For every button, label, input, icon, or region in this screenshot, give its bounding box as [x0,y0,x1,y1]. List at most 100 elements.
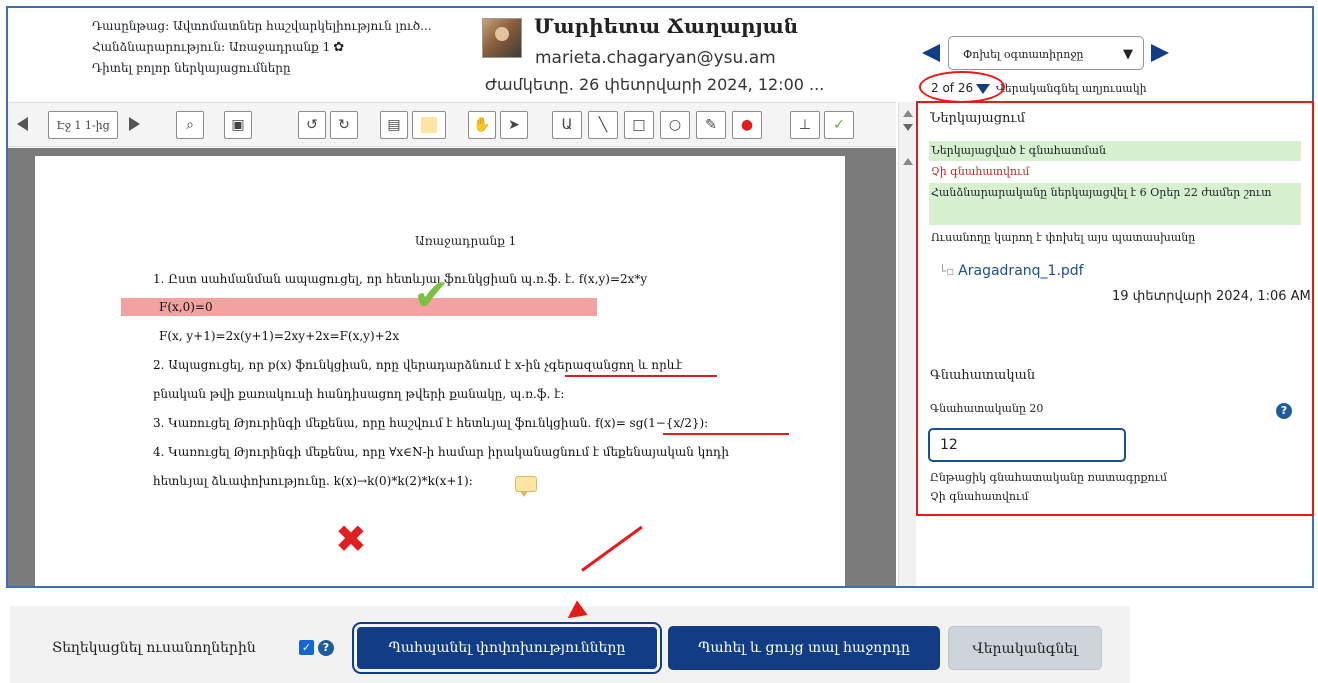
save-and-show-next-button[interactable]: Պահել և ցույց տալ հաջորդը [668,626,940,670]
task-1: 1. Ըստ սահմանման ապացուցել, որ հետևյալ ֆ… [153,272,648,286]
text-icon: Ա [561,117,573,133]
user-name[interactable]: Մարիետա Ճաղարյան [534,14,798,38]
task-1-step-1: F(x,0)=0 [159,300,213,314]
comment-icon: ▤ [387,117,401,133]
user-email: marieta.chagaryan@ysu.am [535,48,776,68]
help-icon[interactable]: ? [1276,403,1292,419]
caret-down-icon: ▼ [1123,47,1133,62]
expand-icon: ▣ [231,117,245,133]
task-2-cont: բնական թվի քառակուսի հանդիսացող թվերի քա… [153,387,565,401]
submission-status: Ներկայացված է գնահատման [929,141,1301,161]
view-all-submissions-link[interactable]: Դիտել բոլոր ներկայացումները [92,58,432,79]
grade-input[interactable]: 12 [928,428,1126,462]
previous-user-icon[interactable] [922,44,940,62]
tree-branch-icon: └▫ [939,264,959,278]
next-page-button[interactable] [124,111,144,139]
rotate-right-button[interactable]: ↻ [330,111,358,139]
grade-label: Գնահատականը 20 [930,402,1044,415]
triangle-left-icon [16,117,28,131]
current-grade: Ընթացիկ գնահատականը ռատագրքում Չի գնահատ… [930,468,1167,506]
pdf-page[interactable]: Առաջադրանք 1 1. Ըստ սահմանման ապացուցել,… [35,156,845,586]
search-comments-button[interactable]: ⌕ [176,111,204,139]
line-icon: ╲ [598,117,608,133]
rotate-right-icon: ↻ [338,117,350,133]
underline-annotation[interactable] [663,433,789,435]
search-icon: ⌕ [186,117,194,133]
stamp-icon: ⊥ [798,117,812,133]
submission-heading: Ներկայացում [930,111,1026,126]
triangle-right-icon [128,117,140,131]
rotate-left-icon: ↺ [306,117,318,133]
task-2: 2. Ապացուցել, որ p(x) ֆունկցիան, որը վեր… [153,358,683,372]
comment-tool-button[interactable]: ▤ [380,111,408,139]
file-date: 19 փետրվարի 2024, 1:06 AM [1112,289,1311,304]
scrollbar[interactable] [898,102,916,586]
underline-annotation[interactable] [565,375,717,377]
rectangle-icon: □ [632,117,646,133]
pen-tool-button[interactable]: ✎ [696,111,726,139]
stamp-tool-button[interactable]: ⊥ [790,111,820,139]
current-grade-label: Ընթացիկ գնահատականը ռատագրքում [930,471,1168,484]
cross-stamp-icon[interactable]: ✖ [335,520,367,558]
file-link[interactable]: Aragadranq_1.pdf [958,263,1083,279]
grade-heading: Գնահատական [930,368,1036,383]
page-select[interactable]: Էջ 1 1-ից [48,111,118,139]
check-icon: ✓ [833,117,845,133]
assignment-name[interactable]: Հանձնարարություն: Առաջադրանք 1 [92,40,330,54]
help-icon[interactable]: ? [318,640,334,656]
gear-icon[interactable]: ✿ [333,37,344,58]
line-tool-button[interactable]: ╲ [588,111,618,139]
file-entry[interactable]: └▫ Aragadranq_1.pdf [939,263,1084,279]
assignment-link[interactable]: Հանձնարարություն: Առաջադրանք 1 ✿ [92,37,432,58]
prev-page-button[interactable] [12,111,32,139]
task-3: 3. Կառուցել Թյուրինգի մեքենա, որը հաշվու… [153,416,709,430]
pdf-toolbar: Էջ 1 1-ից ⌕ ▣ ↺ ↻ ▤ ✋ ➤ Ա ╲ □ ○ ✎ ● ⊥ ✓ [8,102,896,147]
next-user-icon[interactable] [1151,44,1169,62]
document-margin [848,148,896,586]
pen-icon: ✎ [705,117,717,133]
stamp-select-button[interactable]: ✓ [824,111,854,139]
avatar [482,18,522,58]
document-title: Առաջադրանք 1 [415,234,517,248]
highlighter-tool-button[interactable]: ● [732,111,762,139]
scroll-up-icon[interactable] [903,110,913,117]
grading-status: Չի գնահատվում [931,165,1030,178]
ink-drop-icon: ● [740,117,754,133]
hand-icon: ✋ [473,117,491,133]
task-1-step-2: F(x, y+1)=2x(y+1)=2xy+2x=F(x,y)+2x [159,329,400,343]
rotate-left-button[interactable]: ↺ [298,111,326,139]
notify-students-label: Տեղեկացնել ուսանողներին [52,640,256,656]
select-tool-button[interactable]: ➤ [500,111,528,139]
oval-tool-button[interactable]: ○ [660,111,690,139]
text-tool-button[interactable]: Ա [552,111,582,139]
notify-students-checkbox[interactable]: ✓ [299,640,314,655]
change-user-select[interactable]: Փոխել օգտատիրոջը ▼ [948,36,1144,70]
editing-status: Ուսանողը կարող է փոխել այս պատասխանը [931,231,1196,244]
save-changes-button[interactable]: Պահպանել փոփոխությունները [352,622,662,674]
assignment-info: Դասընթաց: Ավտոմատներ հաշվարկելիություն լ… [92,16,432,79]
due-date: Ժամկետը. 26 փետրվարի 2024, 12:00 ... [485,75,825,94]
pan-tool-button[interactable]: ✋ [468,111,496,139]
color-swatch-icon [421,117,437,133]
document-viewer[interactable]: Առաջադրանք 1 1. Ըստ սահմանման ապացուցել,… [8,148,896,586]
circle-icon: ○ [668,117,682,133]
grader-header: Դասընթաց: Ավտոմատներ հաշվարկելիություն լ… [8,8,1312,103]
annotation-red-circle [919,71,1005,103]
current-grade-value: Չի գնահատվում [930,490,1029,503]
comment-annotation-icon[interactable] [515,476,537,497]
check-stamp-icon[interactable]: ✔ [413,274,450,318]
comment-color-button[interactable] [412,111,446,139]
cursor-icon: ➤ [508,117,520,133]
reset-table-link[interactable]: Վերականգնել աղյուսակի [996,82,1147,95]
task-4-cont: հետևյալ ձևափոխությունը. k(x)→k(0)*k(2)*k… [153,474,473,488]
scroll-down-icon[interactable] [903,124,913,131]
scroll-up-icon[interactable] [903,158,913,165]
expand-comments-button[interactable]: ▣ [224,111,252,139]
page-label: Էջ 1 1-ից [56,119,110,132]
task-4: 4. Կառուցել Թյուրինգի մեքենա, որը ∀x∈N-ի… [153,445,729,459]
change-user-label: Փոխել օգտատիրոջը [963,48,1084,61]
course-link[interactable]: Դասընթաց: Ավտոմատներ հաշվարկելիություն լ… [92,16,432,37]
time-remaining: Հանձնարարականը ներկայացվել է 6 Օրեր 22 ժ… [929,183,1301,225]
reset-button[interactable]: Վերականգնել [948,626,1102,670]
rectangle-tool-button[interactable]: □ [624,111,654,139]
